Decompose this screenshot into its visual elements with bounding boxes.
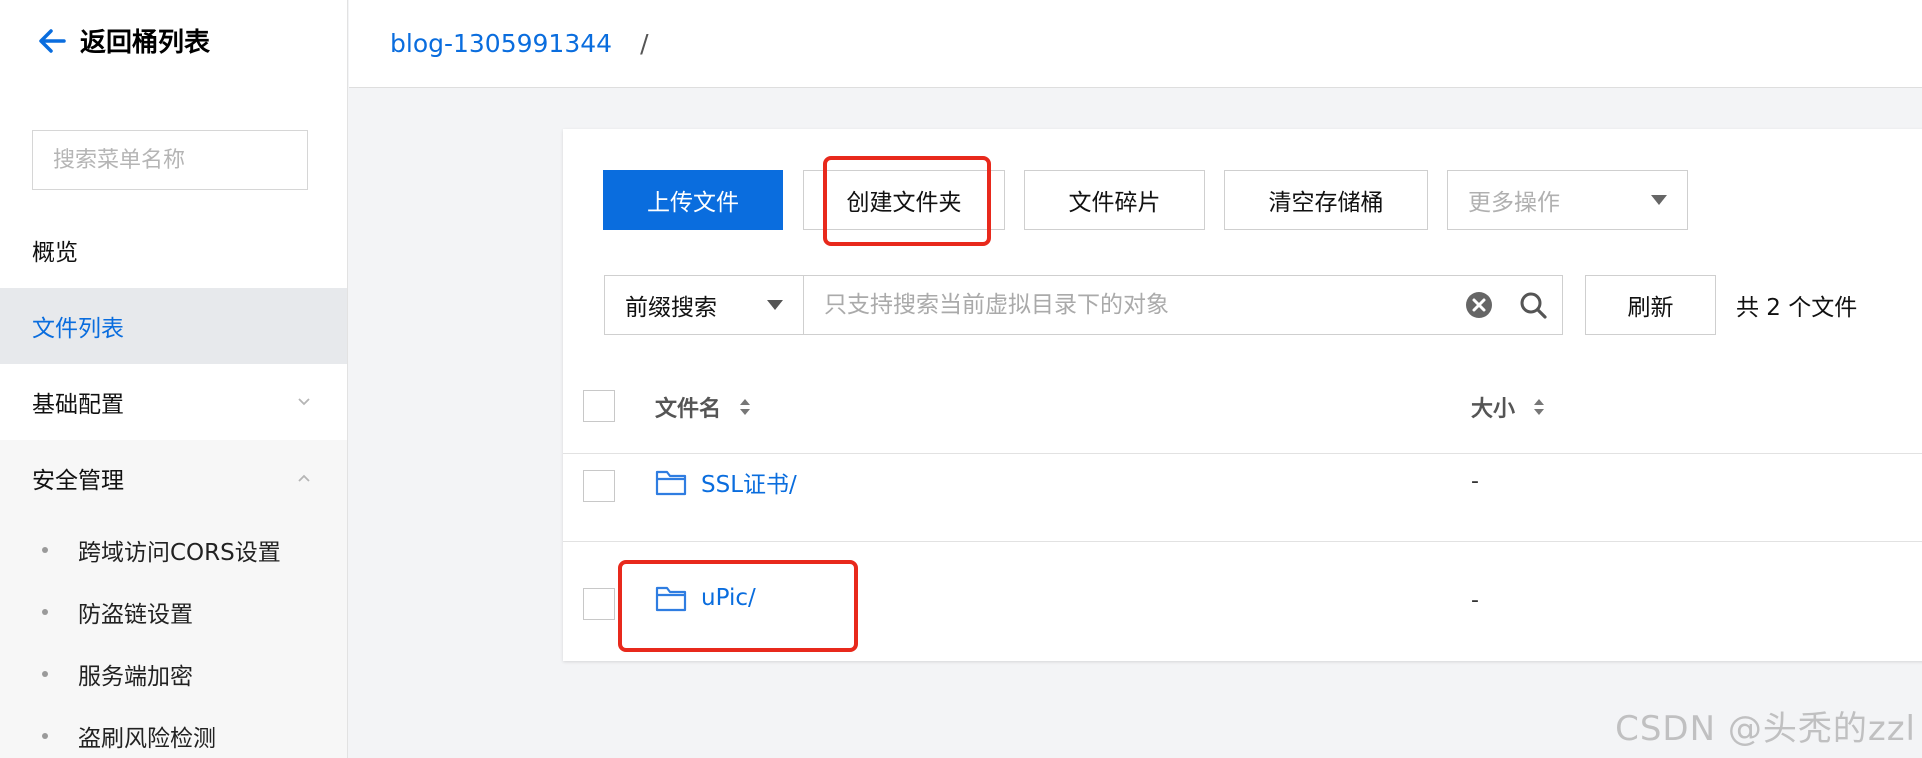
back-link-label: 返回桶列表 [80, 28, 211, 58]
breadcrumb-bucket-link[interactable]: blog-1305991344 [390, 29, 612, 58]
sidebar-item-basic-config[interactable]: 基础配置 [0, 364, 347, 440]
sidebar-subitem-label: 跨域访问CORS设置 [78, 540, 281, 566]
column-header-label: 大小 [1471, 396, 1516, 422]
table-row: uPic/ - [563, 543, 1922, 660]
sidebar-subitem-server-encryption[interactable]: 服务端加密 [0, 644, 347, 704]
bullet-icon [42, 547, 48, 553]
select-all-checkbox[interactable] [583, 390, 615, 422]
object-search [803, 275, 1563, 335]
sidebar-item-file-list[interactable]: 文件列表 [0, 288, 347, 364]
empty-bucket-button[interactable]: 清空存储桶 [1224, 170, 1428, 230]
sidebar-item-label: 文件列表 [32, 316, 124, 342]
sidebar-item-label: 基础配置 [32, 392, 124, 418]
object-search-input[interactable] [824, 292, 1464, 318]
sidebar-subitem-label: 盗刷风险检测 [78, 726, 216, 752]
chevron-down-icon [298, 398, 310, 406]
chevron-down-icon [767, 300, 783, 310]
more-actions-label: 更多操作 [1468, 190, 1560, 216]
clear-circle-icon[interactable] [1464, 290, 1494, 320]
folder-link[interactable]: uPic/ [655, 584, 756, 612]
bullet-icon [42, 733, 48, 739]
sidebar-subitem-hotlink-protection[interactable]: 防盗链设置 [0, 582, 347, 642]
search-icon[interactable] [1518, 290, 1548, 320]
back-to-bucket-list-link[interactable]: 返回桶列表 [36, 22, 210, 59]
bullet-icon [42, 609, 48, 615]
folder-name: uPic/ [701, 584, 756, 611]
folder-icon [655, 586, 687, 611]
breadcrumb-separator: / [640, 29, 649, 58]
upload-file-button[interactable]: 上传文件 [603, 170, 783, 230]
breadcrumb: blog-1305991344 / [349, 0, 1922, 88]
row-checkbox[interactable] [583, 470, 615, 502]
sidebar-item-label: 概览 [32, 240, 78, 266]
file-count: 共 2 个文件 [1736, 295, 1858, 321]
file-list-panel: 上传文件 创建文件夹 文件碎片 清空存储桶 更多操作 前缀搜索 刷新 共 2 个… [563, 129, 1922, 661]
sort-icon[interactable] [1531, 396, 1547, 418]
more-actions-dropdown[interactable]: 更多操作 [1447, 170, 1688, 230]
sort-icon[interactable] [737, 396, 753, 418]
watermark: CSDN @头秃的zzl [1615, 709, 1916, 749]
folder-name: SSL证书/ [701, 472, 797, 498]
sidebar-subitem-cors[interactable]: 跨域访问CORS设置 [0, 520, 347, 580]
column-header-label: 文件名 [655, 396, 722, 422]
sidebar-subitem-abuse-detection[interactable]: 盗刷风险检测 [0, 706, 347, 758]
file-fragments-button[interactable]: 文件碎片 [1024, 170, 1205, 230]
sidebar-subitem-label: 防盗链设置 [78, 602, 193, 628]
sidebar: 返回桶列表 概览 文件列表 基础配置 安全管理 跨域访问CORS设置 防盗链设置 [0, 0, 348, 758]
menu-search-input[interactable] [53, 147, 327, 173]
size-cell: - [1471, 469, 1479, 494]
arrow-left-icon [39, 28, 66, 53]
sidebar-subitem-label: 服务端加密 [78, 664, 193, 690]
table-row: SSL证书/ - [563, 425, 1922, 542]
sidebar-item-label: 安全管理 [32, 468, 124, 494]
chevron-up-icon [298, 474, 310, 482]
search-mode-value: 前缀搜索 [625, 295, 717, 321]
folder-link[interactable]: SSL证书/ [655, 465, 797, 499]
chevron-down-icon [1651, 195, 1667, 205]
menu-search [32, 130, 327, 190]
row-checkbox[interactable] [583, 588, 615, 620]
refresh-button[interactable]: 刷新 [1585, 275, 1716, 335]
sidebar-item-overview[interactable]: 概览 [0, 212, 347, 288]
folder-icon [655, 470, 687, 496]
sidebar-item-security[interactable]: 安全管理 [0, 440, 347, 516]
search-mode-select[interactable]: 前缀搜索 [604, 275, 804, 335]
create-folder-button[interactable]: 创建文件夹 [803, 170, 1005, 230]
bullet-icon [42, 671, 48, 677]
size-cell: - [1471, 587, 1479, 613]
